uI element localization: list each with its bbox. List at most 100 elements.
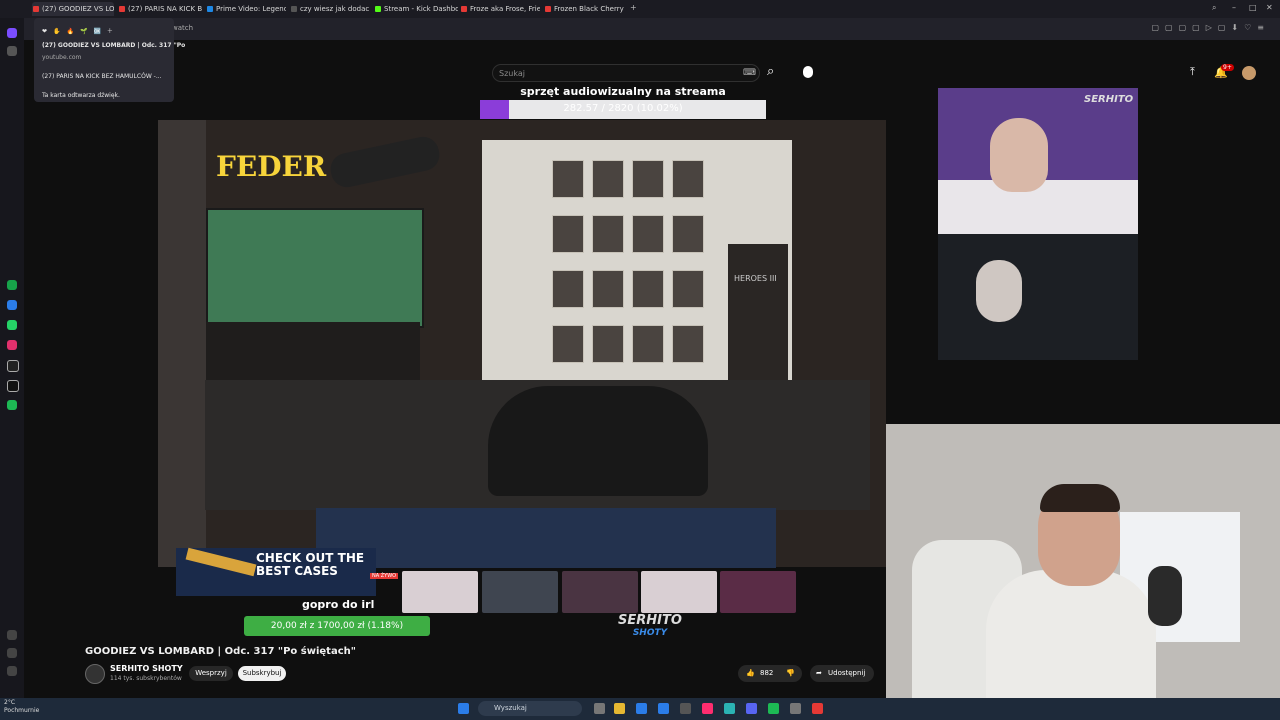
foreground-person [316,508,776,568]
x-icon[interactable] [7,380,19,392]
avatar[interactable] [1242,66,1256,80]
subscribe-button[interactable]: Subskrybuj [238,666,286,681]
donation-goal-text: 20,00 zł z 1700,00 zł (1.18%) [270,621,404,631]
page-icon [291,6,297,12]
search-tabs-icon[interactable]: ⌕ [1212,3,1216,13]
live-badge: NA ŻYWO [370,573,399,579]
tab-czy-wiesz[interactable]: czy wiesz jak dodac link z [290,2,370,16]
join-button[interactable]: Wesprzyj [189,666,233,681]
heart-icon[interactable] [7,630,17,640]
messenger-icon[interactable] [7,300,17,310]
share-button[interactable]: ➦ Udostępnij [810,665,874,682]
popup-item2-title[interactable]: (27) PARIS NA KICK BEZ HAMULCÓW -... [42,73,162,80]
app-icon[interactable] [790,703,801,714]
tab-frozen-black-cherry[interactable]: Frozen Black Cherry - AN [544,2,626,16]
streamer-body [986,570,1156,710]
streamer-hair [1040,484,1120,512]
microphone-icon[interactable] [803,66,813,78]
home-icon[interactable] [7,28,17,38]
file-explorer-icon[interactable] [614,703,625,714]
tab-froze[interactable]: Froze aka Frose, Frieza W [460,2,540,16]
goal-title: sprzęt audiowizualny na streama [520,85,726,98]
taskbar-search-placeholder: Wyszukaj [494,704,527,712]
tab-label: Stream - Kick Dashboard [384,5,458,13]
youtube-icon [545,6,551,12]
spotify-icon[interactable] [768,703,779,714]
tab-prime[interactable]: Prime Video: Legend [206,2,286,16]
thumbs-up-icon[interactable]: 👍 [746,665,755,682]
poster-text: HEROES III [734,274,777,283]
app-icon[interactable] [680,703,691,714]
share-label: Udostępnij [828,669,866,677]
aquarium-cabinet [206,322,420,382]
channel-name[interactable]: SERHITO SHOTY [110,664,183,673]
upload-icon[interactable]: ⤒ [1190,65,1195,79]
minimize-icon[interactable]: – [1232,3,1236,12]
irl-goal-text: gopro do irl [302,598,375,611]
bookmarks-icon[interactable] [7,46,17,56]
tab-label: czy wiesz jak dodac link z [300,5,370,13]
edge-icon[interactable] [636,703,647,714]
browser-tab-bar: (27) GOODIEZ VS LOM (27) PARIS NA KICK B… [0,0,1280,18]
spotify-icon[interactable] [7,400,17,410]
neon-sign: FEDER [216,150,327,183]
case-item [482,571,558,613]
popup-reaction-icons[interactable]: ❤✋🔥🌱🆗＋ [42,26,119,35]
case-item [562,571,638,613]
tab-hover-popup: ❤✋🔥🌱🆗＋ (27) GOODIEZ VS LOMBARD | Odc. 31… [34,18,185,102]
taskbar-search[interactable]: Wyszukaj [478,701,582,716]
close-icon[interactable]: ✕ [1266,3,1273,12]
thumbs-down-icon[interactable]: 👎 [786,665,795,682]
guest-face [990,118,1048,192]
search-icon[interactable]: ⌕ [767,64,774,79]
case-item [402,571,478,613]
new-tab-plus-icon[interactable]: + [630,3,637,12]
kick-icon [375,6,381,12]
guest-cam-bottom [938,234,1138,360]
tab-goodiez[interactable]: (27) GOODIEZ VS LOM [32,2,114,16]
weather-temp: 2°C [4,699,16,706]
subscriber-count: 114 tys. subskrybentów [110,675,182,682]
youtube-icon [461,6,467,12]
like-dislike-button[interactable]: 👍 882 👎 [738,665,802,682]
like-count: 882 [760,669,774,677]
video-left-shelf [158,120,206,567]
microphone-prop [1148,566,1182,626]
youtube-icon [33,6,39,12]
channel-avatar[interactable] [85,664,105,684]
popup-item1-site: youtube.com [42,54,82,61]
app-icon[interactable] [724,703,735,714]
browser-sidebar [0,18,24,698]
maximize-icon[interactable]: □ [1249,3,1257,12]
weather-widget[interactable]: 2°C Pochmurnie [4,699,39,715]
settings-icon[interactable] [7,666,17,676]
instagram-icon[interactable] [7,340,17,350]
tab-label: Froze aka Frose, Frieza W [470,5,540,13]
watermark-top: SERHITO [618,613,682,628]
address-bar[interactable]: watch ▢▢▢▢▷▢⬇♡≡ [24,18,1280,40]
donation-goal-bar: 20,00 zł z 1700,00 zł (1.18%) [244,616,430,636]
discord-icon[interactable] [746,703,757,714]
whatsapp-icon[interactable] [7,320,17,330]
store-icon[interactable] [658,703,669,714]
tab-paris[interactable]: (27) PARIS NA KICK BEZ H [118,2,202,16]
popup-item1-title[interactable]: (27) GOODIEZ VS LOMBARD | Odc. 317 "Po [42,42,185,49]
tiktok-icon[interactable] [7,360,19,372]
opera-icon[interactable] [812,703,823,714]
tab-label: (27) GOODIEZ VS LOM [42,5,114,13]
chatgpt-icon[interactable] [7,280,17,290]
search-input[interactable]: Szukaj [492,64,760,82]
extension-icons[interactable]: ▢▢▢▢▷▢⬇♡≡ [1151,23,1270,32]
history-icon[interactable] [7,648,17,658]
address-text: watch [172,24,194,32]
task-view-icon[interactable] [594,703,605,714]
case-item [641,571,717,613]
keyboard-icon[interactable]: ⌨ [743,68,756,78]
share-icon: ➦ [816,669,822,677]
app-icon[interactable] [702,703,713,714]
start-icon[interactable] [458,703,469,714]
tab-kick-dashboard[interactable]: Stream - Kick Dashboard [374,2,458,16]
cam-watermark: SERHITO [1084,94,1134,105]
popup-footer: Ta karta odtwarza dźwięk. [42,92,120,99]
video-title: GOODIEZ VS LOMBARD | Odc. 317 "Po święta… [85,646,356,657]
